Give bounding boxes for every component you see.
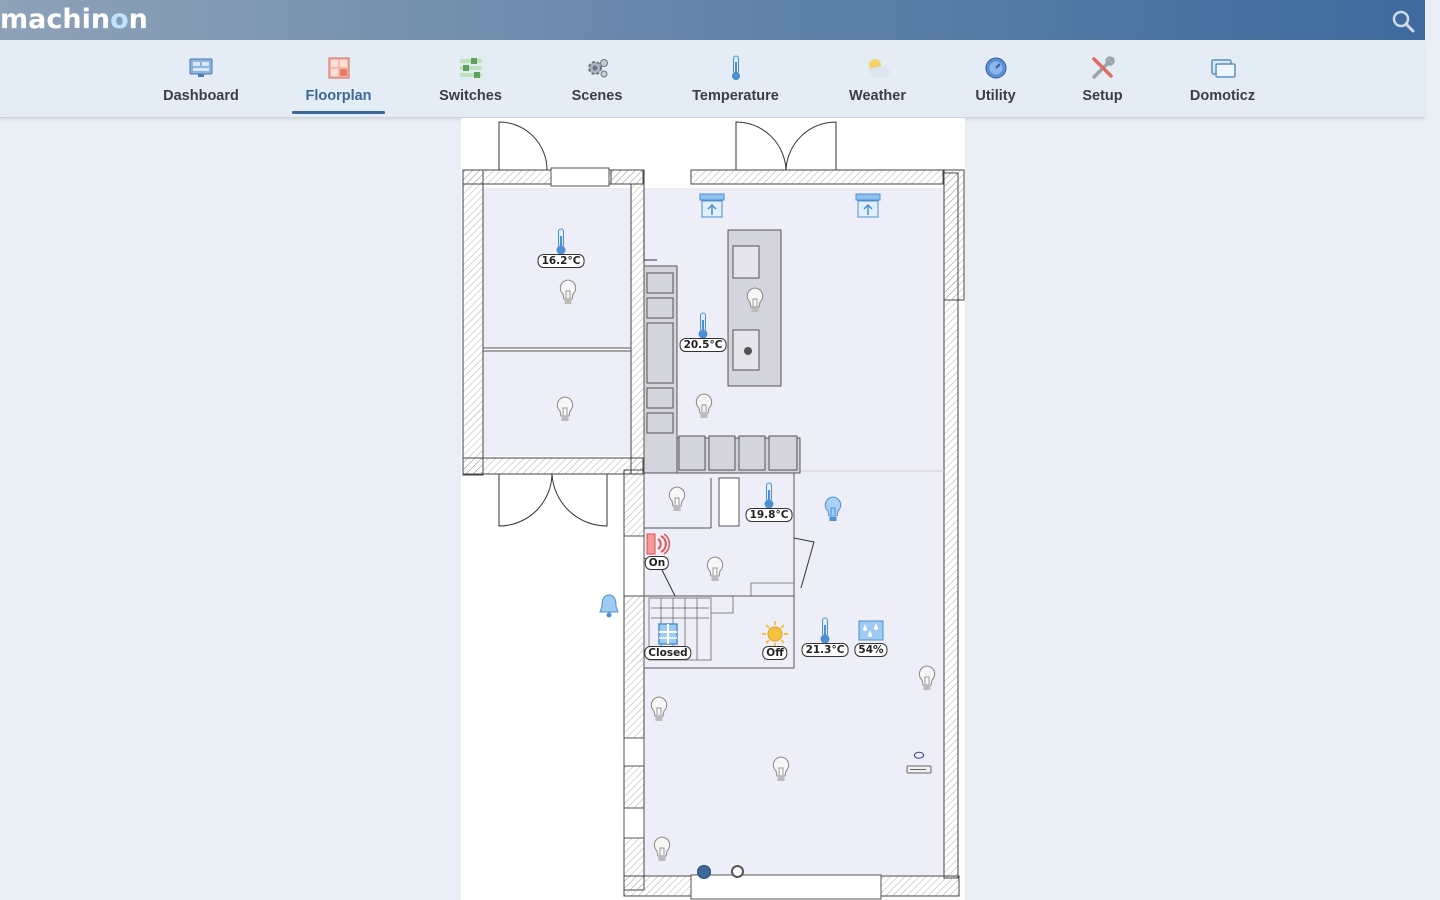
scenes-icon [588,59,608,78]
tab-label: Temperature [692,88,779,104]
scrollbar-gutter [1425,0,1440,900]
tab-label: Domoticz [1189,88,1256,104]
top-bar: machinon [0,0,1425,40]
tab-label: Floorplan [305,88,372,104]
utility-icon [985,57,1006,79]
page-dot-2[interactable] [731,865,744,878]
thermometer-icon[interactable] [553,228,569,256]
temperature-readout: 20.5°C [679,338,727,352]
light-bulb-icon[interactable] [667,485,687,515]
tab-label: Setup [1082,88,1123,104]
tab-setup[interactable]: Setup [1081,40,1124,112]
light-bulb-icon[interactable] [649,695,669,725]
light-bulb-icon[interactable] [917,664,937,694]
temperature-readout: 16.2°C [537,254,585,268]
tab-label: Scenes [571,88,623,104]
light-bulb-icon[interactable] [558,278,578,308]
light-bulb-icon[interactable] [771,755,791,785]
tab-label: Utility [975,88,1016,104]
temperature-readout: 19.8°C [745,508,793,522]
search-icon[interactable] [1390,8,1416,34]
tab-label: Weather [849,88,906,104]
blinds-icon[interactable] [855,193,881,219]
siren-status: On [644,556,670,570]
dashboard-icon [189,58,213,77]
light-bulb-icon[interactable] [694,392,714,422]
sun-icon[interactable] [761,620,789,648]
light-bulb-icon[interactable] [652,835,672,865]
thermometer-icon[interactable] [817,617,833,645]
page-dot-1[interactable] [697,865,711,879]
tab-scenes[interactable]: Scenes [570,40,624,112]
thermometer-icon [731,55,740,80]
tab-weather[interactable]: Weather [847,40,908,112]
tab-domoticz[interactable]: Domoticz [1189,40,1256,112]
siren-icon[interactable] [646,531,672,557]
switches-icon [459,58,482,78]
tab-floorplan[interactable]: Floorplan [292,40,385,114]
floorplan-drawing [462,121,965,900]
weather-icon [868,59,890,78]
tab-temperature[interactable]: Temperature [689,40,782,112]
bell-icon[interactable] [598,593,620,619]
tab-label: Dashboard [163,88,239,104]
tab-switches[interactable]: Switches [437,40,504,112]
humidity-icon[interactable] [858,618,884,642]
sun-status: Off [762,646,788,660]
window-icon[interactable] [657,622,679,646]
light-bulb-icon[interactable] [745,286,765,316]
tab-label: Switches [439,88,502,104]
svg-text:⬭: ⬭ [913,748,925,762]
floorplan-icon [328,57,349,79]
temperature-readout: 21.3°C [801,643,849,657]
bluray-player-icon[interactable]: ⬭ [904,746,934,778]
active-tab-indicator [292,111,385,114]
tab-utility[interactable]: Utility [974,40,1017,112]
setup-icon [1091,56,1115,79]
thermometer-icon[interactable] [695,312,711,340]
domoticz-icon [1210,59,1236,78]
light-bulb-icon[interactable] [555,395,575,425]
thermometer-icon[interactable] [761,482,777,510]
light-bulb-on-icon[interactable] [823,495,843,525]
tab-dashboard[interactable]: Dashboard [162,40,240,112]
main-navigation: Dashboard Floorplan Switches Scenes Temp… [0,40,1425,118]
blinds-icon[interactable] [699,193,725,219]
light-bulb-icon[interactable] [705,555,725,585]
floorplan-canvas: 16.2°C 20.5°C 19.8°C 21.3°C 54% On Close… [461,118,965,900]
window-status: Closed [644,646,692,660]
machinon-logo[interactable]: machinon [0,4,148,36]
humidity-readout: 54% [854,643,888,657]
